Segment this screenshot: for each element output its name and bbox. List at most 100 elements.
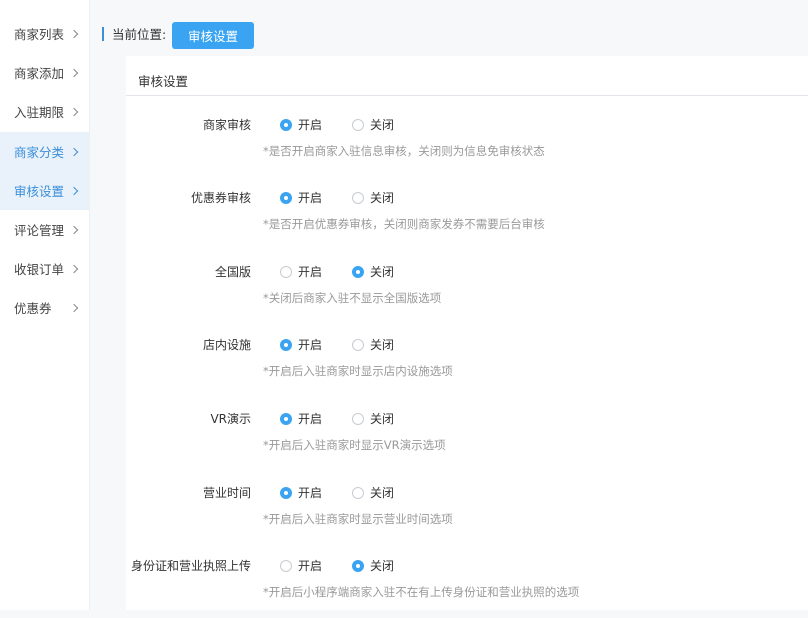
- radio-checked-icon: [280, 487, 292, 499]
- radio-on[interactable]: 开启: [280, 559, 322, 573]
- radio-on[interactable]: 开启: [280, 486, 322, 500]
- radio-group: 开启 关闭: [280, 118, 424, 132]
- setting-hint: *是否开启优惠券审核，关闭则商家发券不需要后台审核: [263, 217, 545, 231]
- radio-label: 关闭: [370, 265, 395, 279]
- setting-row-vr-demo: VR演示 开启 关闭 *开启后入驻商家时显示VR演示选项: [126, 411, 808, 471]
- settings-panel: 审核设置 商家审核 开启 关闭 *是否开启商家入驻信息审核，关闭则为信息免审核状…: [126, 56, 808, 610]
- radio-label: 开启: [298, 265, 323, 279]
- radio-group: 开启 关闭: [280, 486, 424, 500]
- radio-checked-icon: [280, 192, 292, 204]
- sidebar-item-label: 商家分类: [14, 145, 65, 160]
- sidebar-item-label: 入驻期限: [14, 105, 65, 120]
- radio-label: 关闭: [370, 118, 395, 132]
- radio-off[interactable]: 关闭: [352, 486, 394, 500]
- panel-title: 审核设置: [138, 74, 189, 89]
- sidebar-item-label: 审核设置: [14, 184, 65, 199]
- radio-label: 开启: [298, 338, 323, 352]
- setting-label: 商家审核: [202, 118, 251, 132]
- radio-label: 开启: [298, 486, 323, 500]
- radio-label: 开启: [298, 118, 323, 132]
- radio-label: 关闭: [370, 191, 395, 205]
- radio-on[interactable]: 开启: [280, 338, 322, 352]
- radio-checked-icon: [352, 266, 365, 278]
- setting-row-merchant-review: 商家审核 开启 关闭 *是否开启商家入驻信息审核，关闭则为信息免审核状态: [126, 117, 808, 177]
- setting-label: 营业时间: [202, 486, 251, 500]
- radio-off[interactable]: 关闭: [352, 118, 394, 132]
- sidebar-item-coupons[interactable]: 优惠券: [0, 288, 89, 327]
- sidebar: 商家列表 商家添加 入驻期限 商家分类 审核设置 评论管理 收银订单 优惠券: [0, 0, 90, 610]
- setting-hint: *开启后小程序端商家入驻不在有上传身份证和营业执照的选项: [263, 585, 580, 599]
- breadcrumb-current-button[interactable]: 审核设置: [172, 22, 254, 49]
- radio-on[interactable]: 开启: [280, 265, 322, 279]
- setting-row-id-license-upload: 身份证和营业执照上传 开启 关闭 *开启后小程序端商家入驻不在有上传身份证和营业…: [126, 558, 808, 618]
- radio-unchecked-icon: [280, 266, 292, 278]
- sidebar-item-merchant-list[interactable]: 商家列表: [0, 14, 89, 53]
- sidebar-item-label: 商家列表: [14, 27, 65, 42]
- sidebar-item-label: 收银订单: [14, 262, 65, 277]
- radio-on[interactable]: 开启: [280, 191, 322, 205]
- radio-off[interactable]: 关闭: [352, 265, 394, 279]
- sidebar-item-merchant-add[interactable]: 商家添加: [0, 53, 89, 92]
- radio-checked-icon: [280, 413, 292, 425]
- radio-group: 开启 关闭: [280, 412, 424, 426]
- radio-group: 开启 关闭: [280, 265, 424, 279]
- radio-label: 关闭: [370, 412, 395, 426]
- setting-label: 身份证和营业执照上传: [130, 559, 251, 573]
- setting-hint: *开启后入驻商家时显示营业时间选项: [263, 512, 453, 526]
- chevron-right-icon: [69, 107, 79, 116]
- radio-group: 开启 关闭: [280, 191, 424, 205]
- radio-checked-icon: [280, 119, 292, 131]
- setting-row-coupon-review: 优惠券审核 开启 关闭 *是否开启优惠券审核，关闭则商家发券不需要后台审核: [126, 190, 808, 250]
- setting-hint: *是否开启商家入驻信息审核，关闭则为信息免审核状态: [263, 144, 545, 158]
- radio-unchecked-icon: [352, 192, 365, 204]
- setting-hint: *开启后入驻商家时显示店内设施选项: [263, 364, 453, 378]
- sidebar-item-settle-period[interactable]: 入驻期限: [0, 92, 89, 131]
- setting-label: 店内设施: [202, 338, 251, 352]
- sidebar-item-label: 评论管理: [14, 223, 65, 238]
- setting-label: VR演示: [210, 412, 251, 426]
- radio-off[interactable]: 关闭: [352, 412, 394, 426]
- radio-unchecked-icon: [352, 339, 365, 351]
- chevron-right-icon: [69, 186, 79, 195]
- divider: [126, 95, 808, 96]
- chevron-right-icon: [69, 225, 79, 234]
- radio-label: 关闭: [370, 486, 395, 500]
- setting-hint: *开启后入驻商家时显示VR演示选项: [263, 438, 446, 452]
- radio-off[interactable]: 关闭: [352, 338, 394, 352]
- radio-off[interactable]: 关闭: [352, 559, 394, 573]
- radio-label: 开启: [298, 559, 323, 573]
- sidebar-item-label: 商家添加: [14, 66, 65, 81]
- chevron-right-icon: [69, 303, 79, 312]
- chevron-right-icon: [69, 264, 79, 273]
- setting-label: 全国版: [214, 265, 251, 279]
- radio-unchecked-icon: [280, 560, 292, 572]
- radio-group: 开启 关闭: [280, 338, 424, 352]
- radio-checked-icon: [352, 560, 365, 572]
- radio-checked-icon: [280, 339, 292, 351]
- breadcrumb-label: 当前位置:: [112, 27, 167, 42]
- setting-hint: *关闭后商家入驻不显示全国版选项: [263, 291, 442, 305]
- sidebar-item-label: 优惠券: [14, 301, 52, 316]
- sidebar-item-cashier-orders[interactable]: 收银订单: [0, 249, 89, 288]
- main-content: 当前位置: 审核设置 审核设置 商家审核 开启 关闭 *是否开启商家入驻信息审核…: [90, 0, 808, 610]
- setting-label: 优惠券审核: [190, 191, 251, 205]
- chevron-right-icon: [69, 68, 79, 77]
- radio-label: 关闭: [370, 559, 395, 573]
- sidebar-item-review-settings[interactable]: 审核设置: [0, 171, 89, 210]
- chevron-right-icon: [69, 147, 79, 156]
- sidebar-item-merchant-category[interactable]: 商家分类: [0, 132, 89, 171]
- setting-row-national-version: 全国版 开启 关闭 *关闭后商家入驻不显示全国版选项: [126, 264, 808, 324]
- radio-label: 关闭: [370, 338, 395, 352]
- radio-on[interactable]: 开启: [280, 412, 322, 426]
- radio-group: 开启 关闭: [280, 559, 424, 573]
- sidebar-item-comment-management[interactable]: 评论管理: [0, 210, 89, 249]
- radio-label: 开启: [298, 191, 323, 205]
- radio-unchecked-icon: [352, 487, 365, 499]
- setting-row-business-hours: 营业时间 开启 关闭 *开启后入驻商家时显示营业时间选项: [126, 485, 808, 545]
- radio-unchecked-icon: [352, 119, 365, 131]
- setting-row-store-facilities: 店内设施 开启 关闭 *开启后入驻商家时显示店内设施选项: [126, 337, 808, 397]
- radio-off[interactable]: 关闭: [352, 191, 394, 205]
- radio-on[interactable]: 开启: [280, 118, 322, 132]
- chevron-right-icon: [69, 29, 79, 38]
- radio-unchecked-icon: [352, 413, 365, 425]
